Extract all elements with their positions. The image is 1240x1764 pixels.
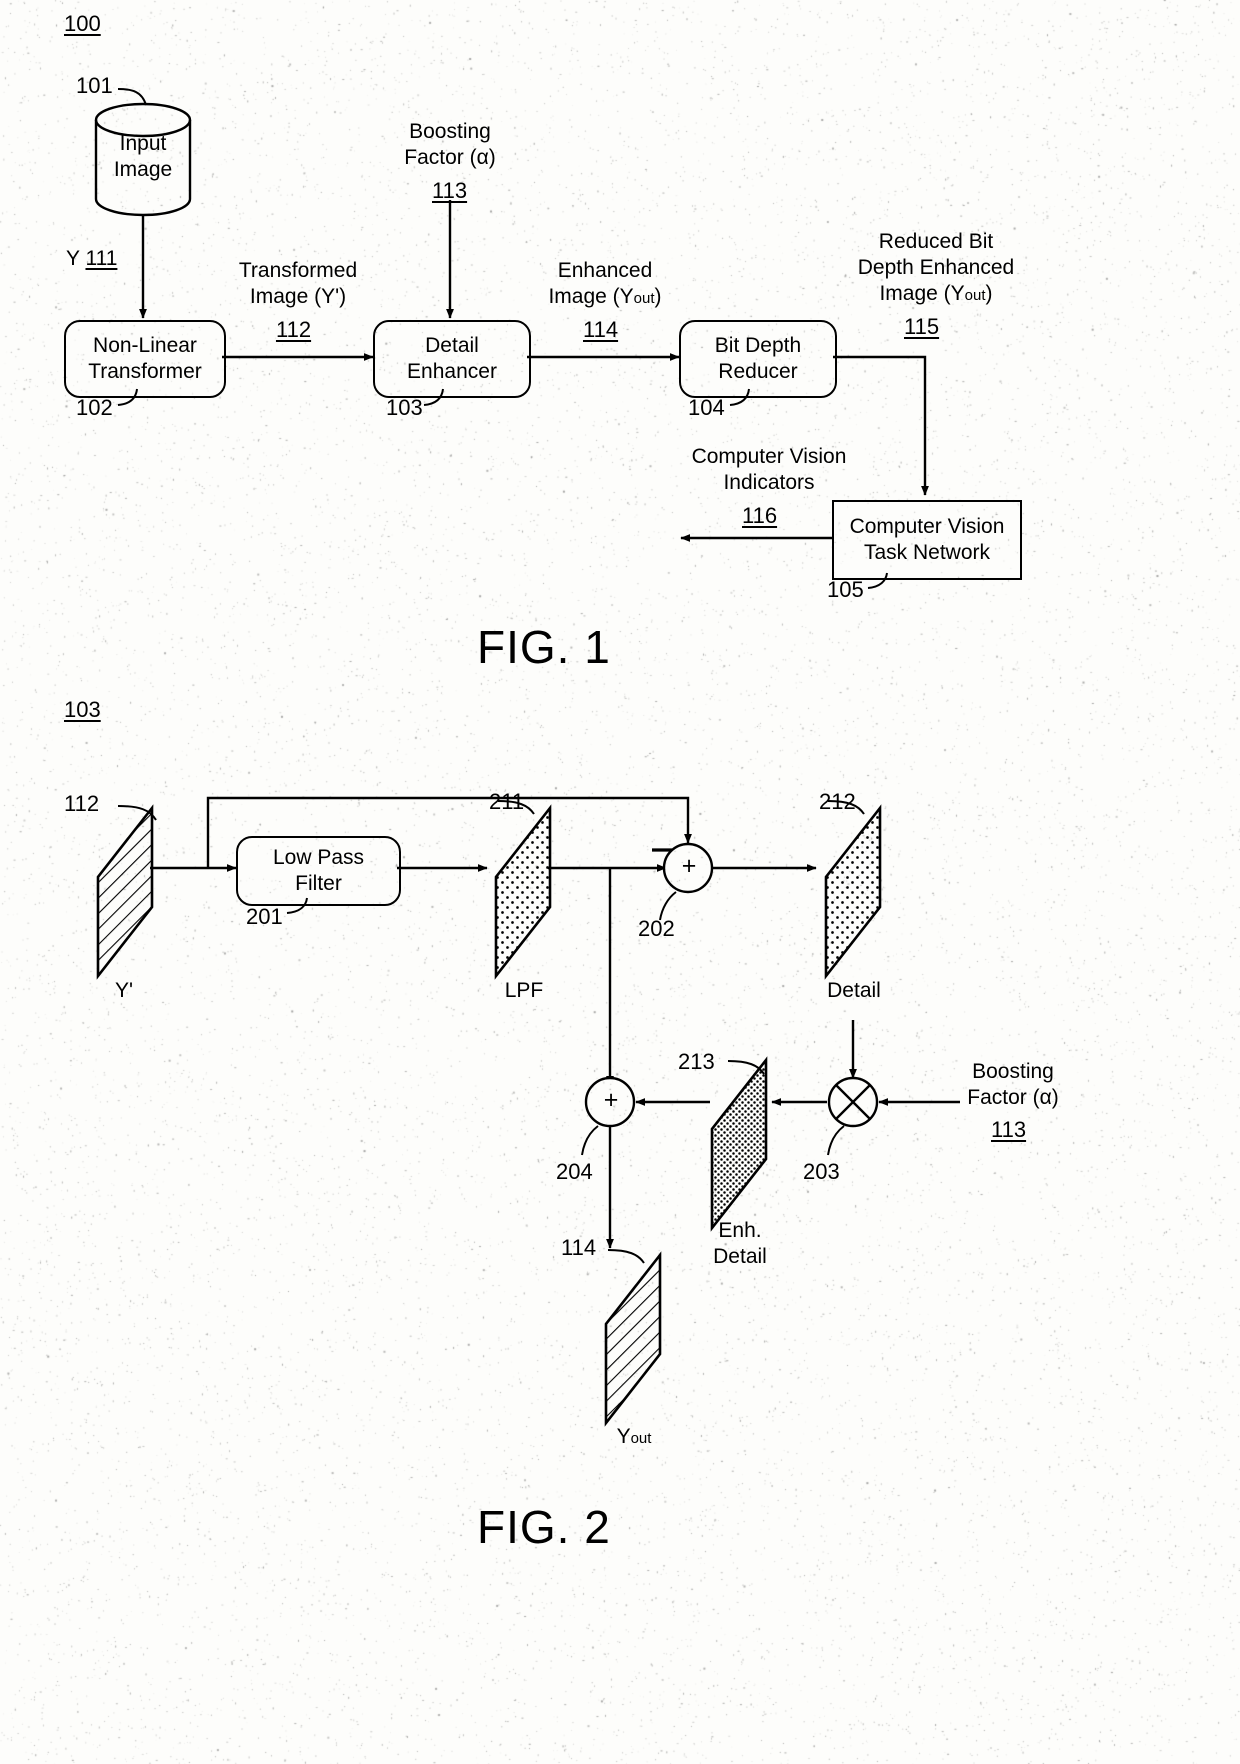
figure1-caption: FIG. 1 [477,620,611,674]
plane-detail [826,808,880,976]
ref-114-fig2: 114 [561,1236,596,1260]
signal-116-label: Computer Vision Indicators [678,444,860,496]
patent-drawing-sheet: 100 101 Input Image Y 111 Non-Linear Trans… [0,0,1240,1764]
ref-202: 202 [638,917,675,941]
bit-depth-reducer-label: Bit Depth Reducer [715,333,801,385]
input-image-label: Input Image [96,131,190,183]
ref-112: 112 [276,318,311,342]
plane-detail-caption: Detail [806,978,902,1004]
enhanced-image-line2: Image (Y [548,285,633,308]
signal-113-label: Boosting Factor (α) [380,119,520,171]
ref-115: 115 [904,315,939,339]
plane-yout-caption: Yout [588,1424,680,1452]
signal-115-label: Reduced Bit Depth Enhanced Image (Yout) [845,229,1027,309]
ref-116: 116 [742,504,777,528]
signal-112-label: Transformed Image (Y') [228,258,368,310]
enhanced-image-sub: out [634,290,655,307]
y-text: Y [66,247,80,270]
low-pass-filter-label: Low Pass Filter [273,845,364,897]
plane-enh-detail-caption: Enh. Detail [692,1218,788,1270]
cv-task-network-label: Computer Vision Task Network [850,514,1005,566]
ref-103: 103 [386,396,423,420]
node-non-linear-transformer[interactable]: Non-Linear Transformer [64,320,226,398]
ref-104: 104 [688,396,725,420]
plane-lpf [496,808,550,976]
ref-212: 212 [819,790,856,814]
ref-203: 203 [803,1160,840,1184]
plane-y-prime [98,808,152,976]
reduced-sub: out [965,287,986,304]
boosting-factor2-text: Boosting Factor (α) [967,1060,1058,1109]
plane-lpf-caption: LPF [478,978,570,1004]
enhanced-image-line1: Enhanced [558,259,653,282]
ref-105: 105 [827,578,864,602]
reduced-line4: ) [986,282,993,305]
plane-yout-sub: out [631,1430,652,1447]
figure1-ref-number: 100 [64,12,101,36]
node-low-pass-filter[interactable]: Low Pass Filter [236,836,401,906]
ref-102: 102 [76,396,113,420]
boosting-factor-text: Boosting Factor (α) [404,120,495,169]
ref-112-fig2: 112 [64,792,99,816]
plane-yout-text: Y [617,1425,631,1448]
figure2-caption: FIG. 2 [477,1500,611,1554]
input-image-text: Input Image [114,132,172,181]
ref-113: 113 [432,179,467,203]
reduced-line3: Image (Y [879,282,964,305]
ref-114: 114 [583,318,618,342]
signal-y-label: Y 111 [66,246,186,272]
enhanced-image-line3: ) [655,285,662,308]
ref-113-fig2: 113 [991,1118,1026,1142]
node-bit-depth-reducer[interactable]: Bit Depth Reducer [679,320,837,398]
figure2-ref-number: 103 [64,698,101,722]
ref-101: 101 [76,74,113,98]
plane-yout [606,1255,660,1423]
non-linear-transformer-label: Non-Linear Transformer [88,333,202,385]
signal-113-fig2-label: Boosting Factor (α) [938,1059,1088,1111]
cv-indicators-text: Computer Vision Indicators [692,445,847,494]
ref-111: 111 [85,247,117,270]
transformed-image-text: Transformed Image (Y') [239,259,357,308]
ref-204: 204 [556,1160,593,1184]
plane-y-prime-caption: Y' [78,978,170,1004]
ref-213: 213 [678,1050,715,1074]
sum-node-204-symbol: + [598,1088,624,1113]
node-computer-vision-task-network[interactable]: Computer Vision Task Network [832,500,1022,580]
plane-enh-detail-text: Enh. Detail [713,1219,767,1268]
signal-114-label: Enhanced Image (Yout) [532,258,678,312]
detail-enhancer-label: Detail Enhancer [407,333,497,385]
ref-201: 201 [246,905,283,929]
sum-node-202-symbol: + [676,854,702,879]
node-detail-enhancer[interactable]: Detail Enhancer [373,320,531,398]
plane-enh-detail [712,1060,766,1228]
reduced-line1: Reduced Bit [879,230,993,253]
reduced-line2: Depth Enhanced [858,256,1014,279]
ref-211: 211 [489,790,524,814]
